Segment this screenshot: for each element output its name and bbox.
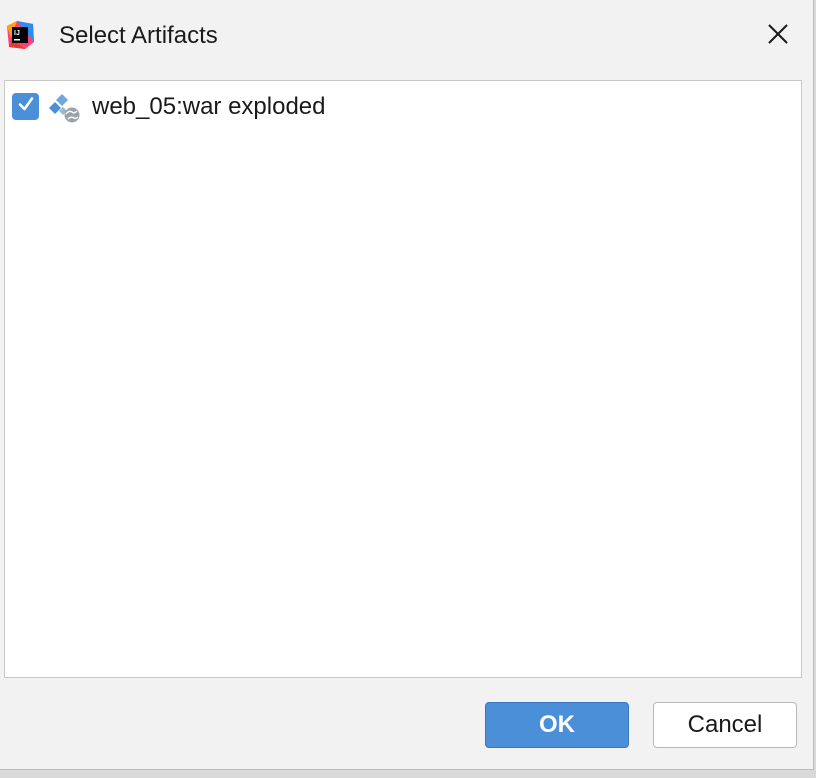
dialog-title: Select Artifacts — [59, 22, 218, 49]
intellij-idea-icon: IJ — [5, 20, 35, 50]
list-item[interactable]: web_05:war exploded — [5, 89, 801, 125]
select-artifacts-dialog: IJ Select Artifacts web_05:war exploded … — [0, 0, 814, 770]
title-bar: IJ Select Artifacts — [0, 0, 813, 72]
ok-button[interactable]: OK — [485, 702, 629, 748]
checkmark-icon — [16, 94, 36, 119]
artifact-checkbox[interactable] — [12, 93, 39, 120]
web-artifact-icon — [49, 92, 81, 124]
artifact-list: web_05:war exploded — [4, 80, 802, 678]
svg-text:IJ: IJ — [14, 30, 20, 37]
artifact-label: web_05:war exploded — [92, 93, 326, 120]
close-icon — [767, 23, 789, 50]
cancel-button[interactable]: Cancel — [653, 702, 797, 748]
close-button[interactable] — [756, 16, 800, 56]
